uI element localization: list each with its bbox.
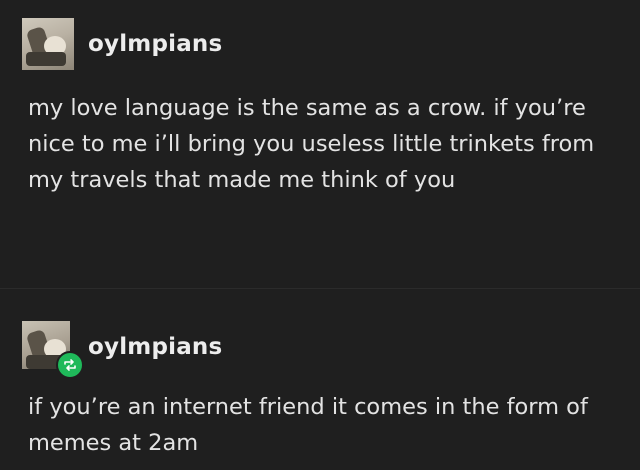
avatar-wrap[interactable] <box>22 321 84 379</box>
username[interactable]: oylmpians <box>88 31 222 57</box>
post-text: if you’re an internet friend it comes in… <box>28 394 588 456</box>
post: oylmpians if you’re an internet friend i… <box>0 288 640 470</box>
username[interactable]: oylmpians <box>88 334 222 360</box>
avatar-wrap[interactable] <box>22 18 74 70</box>
reblog-icon <box>56 351 84 379</box>
post-header: oylmpians <box>22 18 222 70</box>
post: oylmpians my love language is the same a… <box>0 0 640 288</box>
reblog-arrows-icon <box>64 359 76 371</box>
avatar[interactable] <box>22 18 74 70</box>
post-text: my love language is the same as a crow. … <box>28 95 595 193</box>
post-header: oylmpians <box>22 321 222 379</box>
